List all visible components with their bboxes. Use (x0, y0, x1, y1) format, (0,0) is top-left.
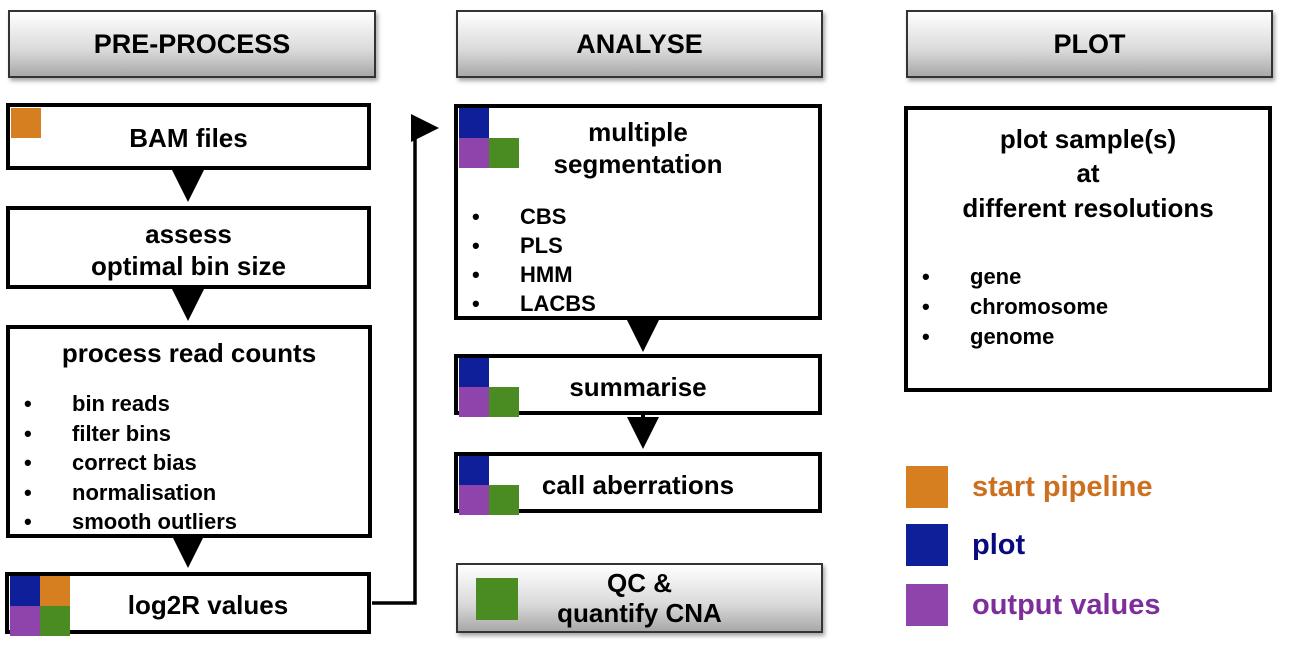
qc-marker (40, 606, 70, 636)
assess-label-line1: assess (145, 219, 232, 249)
plot-title-line3: different resolutions (962, 193, 1214, 223)
segmentation-methods-list: • CBS • PLS • HMM • LACBS (472, 202, 596, 318)
legend-swatch-plot (906, 524, 948, 566)
legend-label-plot: plot (972, 528, 1026, 561)
qc-marker (476, 578, 518, 620)
list-item: • chromosome (922, 294, 1109, 319)
plot-title-line1: plot sample(s) (999, 124, 1177, 154)
legend-start-pipeline: start pipeline (906, 466, 1153, 508)
plot-samples-box: plot sample(s) at different resolutions … (904, 106, 1272, 392)
legend-plot: plot (906, 524, 1025, 566)
summarise-box: summarise (454, 354, 822, 417)
list-item: • smooth outliers (24, 509, 238, 534)
bam-files-box: BAM files (6, 103, 371, 170)
output-values-marker (459, 138, 489, 168)
list-item: • PLS (472, 233, 563, 258)
plot-marker (459, 108, 489, 138)
legend-label-output-values: output values (972, 588, 1161, 621)
list-item: • LACBS (472, 291, 596, 316)
process-read-counts-title: process read counts (61, 338, 317, 368)
qc-label-line1: QC & (607, 568, 672, 598)
plot-marker (10, 576, 40, 606)
segmentation-box: multiple segmentation • CBS • PLS • HMM • LA… (454, 104, 822, 320)
start-pipeline-marker (40, 576, 70, 606)
legend-swatch-output-values (906, 584, 948, 626)
output-values-marker (459, 485, 489, 515)
process-read-counts-box: process read counts • bin reads • filter b… (6, 325, 372, 538)
assess-label-line2: optimal bin size (90, 251, 287, 281)
list-item: • correct bias (24, 450, 197, 475)
list-item: • normalisation (24, 479, 217, 505)
plot-marker (459, 358, 489, 388)
qc-quantify-box: QC & quantify CNA (456, 563, 823, 633)
output-values-marker (459, 387, 489, 417)
qc-marker (489, 387, 519, 417)
qc-label-line2: quantify CNA (557, 598, 722, 628)
list-item: • genome (922, 324, 1055, 349)
list-item: • CBS (472, 204, 567, 229)
process-steps-list: • bin reads • filter bins • correct bias • n… (24, 389, 237, 537)
plot-resolutions-list: • gene • chromosome • genome (922, 262, 1108, 352)
log2r-values-box: log2R values (5, 572, 371, 636)
start-pipeline-marker (11, 108, 41, 138)
list-item: • bin reads (24, 391, 170, 416)
plot-marker (459, 456, 489, 486)
qc-marker (489, 138, 519, 168)
call-aberrations-box: call aberrations (454, 452, 822, 515)
list-item: • gene (922, 264, 1022, 289)
bam-files-label: BAM files (129, 123, 248, 153)
arrow-log2r-to-segmentation (372, 114, 439, 605)
legend-label-start-pipeline: start pipeline (972, 470, 1153, 503)
output-values-marker (10, 606, 40, 636)
plot-title-line2: at (1076, 158, 1100, 188)
legend-output-values: output values (906, 584, 1161, 626)
assess-bin-size-box: assess optimal bin size (6, 206, 371, 289)
legend-swatch-start-pipeline (906, 466, 948, 508)
list-item: • HMM (472, 262, 573, 287)
log2r-values-label: log2R values (127, 590, 289, 620)
list-item: • filter bins (24, 420, 172, 446)
qc-marker (489, 485, 519, 515)
